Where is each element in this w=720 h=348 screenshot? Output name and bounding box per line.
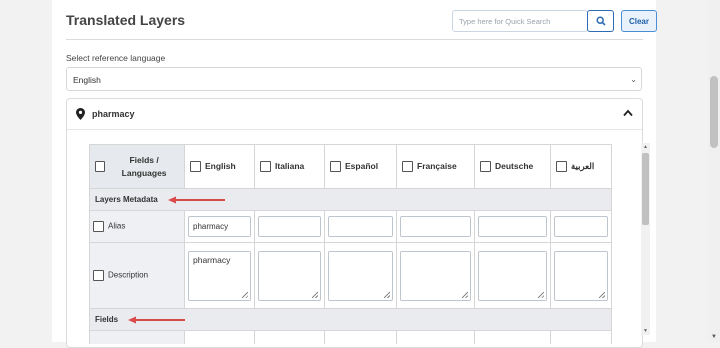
page-scroll-thumb[interactable] bbox=[710, 76, 718, 148]
resize-handle-icon[interactable] bbox=[538, 291, 544, 298]
alias-input-deutsche[interactable] bbox=[478, 216, 547, 237]
alias-cell-espanol bbox=[324, 210, 397, 243]
language-header-deutsche: Deutsche bbox=[474, 144, 551, 189]
reference-language-select[interactable]: English ⌄ bbox=[66, 67, 642, 91]
language-header-arabic: العربية bbox=[550, 144, 612, 189]
section-row-fields: Fields bbox=[89, 308, 612, 331]
clear-button[interactable]: Clear bbox=[621, 10, 657, 32]
description-textarea-francaise[interactable] bbox=[400, 250, 471, 301]
fields-languages-label: Fields / Languages bbox=[121, 154, 167, 178]
language-label: Deutsche bbox=[495, 160, 534, 171]
description-cell-italiana bbox=[254, 242, 325, 309]
page-header: Translated Layers Clear bbox=[66, 0, 657, 40]
language-header-english: English bbox=[184, 144, 255, 189]
section-title-fields: Fields bbox=[95, 315, 119, 324]
alias-input-francaise[interactable] bbox=[400, 216, 471, 237]
layer-name: pharmacy bbox=[92, 109, 135, 119]
section-cell: Fields bbox=[89, 308, 612, 331]
checkbox-italiana[interactable] bbox=[260, 161, 271, 173]
checkbox-arabic[interactable] bbox=[556, 161, 567, 173]
language-label: Italiana bbox=[275, 160, 305, 171]
language-header-espanol: Español bbox=[324, 144, 397, 189]
description-textarea-espanol[interactable] bbox=[328, 250, 393, 301]
select-all-checkbox[interactable] bbox=[95, 161, 106, 172]
alias-cell-francaise bbox=[396, 210, 475, 243]
alias-checkbox[interactable] bbox=[93, 221, 104, 232]
search-button[interactable] bbox=[587, 10, 614, 32]
translation-table-container: Fields / Languages English Italiana Espa… bbox=[89, 144, 621, 344]
alias-cell-deutsche bbox=[474, 210, 551, 243]
language-header-italiana: Italiana bbox=[254, 144, 325, 189]
translation-table: Fields / Languages English Italiana Espa… bbox=[89, 144, 612, 344]
page-scroll-down-icon[interactable]: ▼ bbox=[711, 334, 717, 340]
map-pin-icon bbox=[76, 108, 85, 120]
description-label-cell: Description bbox=[89, 242, 185, 309]
layer-panel: pharmacy Fields / Languages English Ital… bbox=[66, 98, 643, 348]
table-scroll-thumb[interactable] bbox=[642, 153, 649, 225]
checkbox-english[interactable] bbox=[190, 161, 201, 173]
description-textarea-english[interactable]: pharmacy bbox=[188, 250, 251, 301]
alias-input-italiana[interactable] bbox=[258, 216, 321, 237]
language-header-francaise: Française bbox=[396, 144, 475, 189]
description-textarea-italiana[interactable] bbox=[258, 250, 321, 301]
language-label: English bbox=[205, 160, 236, 171]
section-title-metadata: Layers Metadata bbox=[95, 195, 158, 204]
description-cell-espanol bbox=[324, 242, 397, 309]
layer-panel-header[interactable]: pharmacy bbox=[67, 99, 642, 130]
page-scrollbar[interactable]: ▼ bbox=[708, 0, 720, 342]
red-arrow-icon bbox=[128, 316, 186, 324]
description-label: Description bbox=[108, 270, 149, 280]
section-cell: Layers Metadata bbox=[89, 188, 612, 211]
table-row-description: Description pharmacy bbox=[89, 242, 612, 309]
language-label: Française bbox=[417, 160, 457, 171]
red-arrow-icon bbox=[167, 196, 225, 204]
alias-cell-italiana bbox=[254, 210, 325, 243]
table-scrollbar[interactable]: ▲ ▼ bbox=[641, 143, 650, 335]
description-cell-deutsche bbox=[474, 242, 551, 309]
chevron-down-icon: ⌄ bbox=[630, 75, 637, 84]
description-text: pharmacy bbox=[193, 254, 231, 265]
quick-search-input[interactable] bbox=[452, 10, 588, 32]
search-icon bbox=[595, 16, 606, 26]
description-textarea-deutsche[interactable] bbox=[478, 250, 547, 301]
description-textarea-arabic[interactable] bbox=[554, 250, 608, 301]
alias-input-espanol[interactable] bbox=[328, 216, 393, 237]
alias-cell-english: pharmacy bbox=[184, 210, 255, 243]
section-row-metadata: Layers Metadata bbox=[89, 188, 612, 211]
checkbox-francaise[interactable] bbox=[402, 161, 413, 173]
language-label: Español bbox=[345, 160, 379, 171]
alias-label-cell: Alias bbox=[89, 210, 185, 243]
checkbox-espanol[interactable] bbox=[330, 161, 341, 173]
resize-handle-icon[interactable] bbox=[462, 291, 468, 298]
language-label: العربية bbox=[571, 160, 595, 171]
resize-handle-icon[interactable] bbox=[599, 291, 605, 298]
description-cell-english: pharmacy bbox=[184, 242, 255, 309]
resize-handle-icon[interactable] bbox=[242, 291, 248, 298]
chevron-up-icon[interactable] bbox=[622, 108, 634, 118]
reference-language-label: Select reference language bbox=[66, 53, 166, 63]
page-container: Translated Layers Clear Select reference… bbox=[52, 0, 657, 348]
alias-input-arabic[interactable] bbox=[554, 216, 608, 237]
reference-language-value: English bbox=[73, 75, 101, 85]
scroll-down-icon[interactable]: ▼ bbox=[643, 328, 648, 334]
fields-languages-header: Fields / Languages bbox=[89, 144, 185, 189]
table-header-row: Fields / Languages English Italiana Espa… bbox=[89, 144, 612, 189]
resize-handle-icon[interactable] bbox=[312, 291, 318, 298]
table-row-alias: Alias pharmacy bbox=[89, 210, 612, 243]
scroll-up-icon[interactable]: ▲ bbox=[643, 144, 648, 150]
checkbox-deutsche[interactable] bbox=[480, 161, 491, 173]
alias-cell-arabic bbox=[550, 210, 612, 243]
page-title: Translated Layers bbox=[66, 12, 186, 28]
resize-handle-icon[interactable] bbox=[384, 291, 390, 298]
description-checkbox[interactable] bbox=[93, 270, 104, 281]
description-cell-arabic bbox=[550, 242, 612, 309]
alias-label: Alias bbox=[108, 221, 126, 231]
description-cell-francaise bbox=[396, 242, 475, 309]
alias-input-english[interactable]: pharmacy bbox=[188, 216, 251, 237]
